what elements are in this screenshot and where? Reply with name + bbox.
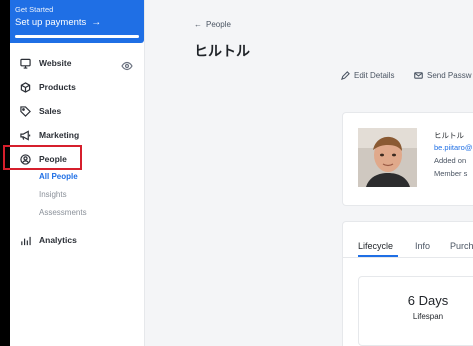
sidebar-subitem-assessments[interactable]: Assessments bbox=[39, 208, 87, 217]
people-highlight-box bbox=[3, 145, 82, 170]
back-label: People bbox=[206, 20, 231, 29]
sidebar-subitem-all-people[interactable]: All People bbox=[39, 172, 78, 181]
profile-name: ヒルトル bbox=[434, 131, 464, 140]
send-password-label: Send Passw bbox=[427, 71, 472, 80]
setup-progress-fill bbox=[15, 35, 139, 38]
eye-icon[interactable] bbox=[121, 58, 133, 71]
pencil-icon bbox=[341, 71, 350, 80]
set-up-payments-label: Set up payments bbox=[15, 17, 87, 28]
sidebar-item-label: Website bbox=[39, 58, 72, 68]
sidebar: Get Started Set up payments → Website Pr… bbox=[10, 0, 145, 346]
sidebar-item-label: Products bbox=[39, 82, 76, 92]
active-tab-indicator bbox=[358, 255, 398, 257]
get-started-banner[interactable]: Get Started Set up payments → bbox=[10, 0, 144, 43]
profile-email[interactable]: be.piitaro@ bbox=[434, 143, 472, 152]
sidebar-item-label: Marketing bbox=[39, 130, 80, 140]
tab-lifecycle[interactable]: Lifecycle bbox=[358, 241, 393, 251]
sidebar-subitem-insights[interactable]: Insights bbox=[39, 190, 67, 199]
arrow-left-icon: ← bbox=[194, 20, 202, 29]
tab-info[interactable]: Info bbox=[415, 241, 430, 251]
lifespan-value: 6 Days bbox=[407, 293, 449, 308]
page-title: ヒルトル bbox=[194, 43, 250, 59]
sidebar-item-analytics[interactable]: Analytics bbox=[20, 233, 77, 247]
tag-icon bbox=[20, 105, 31, 117]
back-link[interactable]: ← People bbox=[194, 20, 231, 29]
setup-progress-bar bbox=[15, 35, 139, 38]
tab-divider bbox=[342, 257, 473, 258]
box-icon bbox=[20, 81, 31, 93]
megaphone-icon bbox=[20, 129, 31, 141]
profile-added-on: Added on bbox=[434, 156, 467, 165]
arrow-right-icon: → bbox=[91, 17, 102, 28]
left-edge-bar bbox=[0, 0, 10, 346]
monitor-icon bbox=[20, 58, 31, 69]
get-started-label: Get Started bbox=[15, 5, 54, 14]
lifespan-label: Lifespan bbox=[412, 312, 444, 321]
set-up-payments-link[interactable]: Set up payments → bbox=[15, 17, 139, 28]
envelope-icon bbox=[414, 72, 423, 79]
sidebar-item-sales[interactable]: Sales bbox=[20, 104, 61, 118]
avatar bbox=[358, 128, 417, 187]
tab-purchases[interactable]: Purch bbox=[450, 241, 473, 251]
sidebar-item-products[interactable]: Products bbox=[20, 80, 76, 94]
send-password-button[interactable]: Send Passw bbox=[414, 71, 471, 80]
bar-chart-icon bbox=[21, 236, 31, 245]
lifespan-stat-box bbox=[358, 276, 473, 346]
edit-details-button[interactable]: Edit Details bbox=[341, 71, 394, 80]
sidebar-item-marketing[interactable]: Marketing bbox=[20, 128, 79, 142]
sidebar-item-label: Sales bbox=[39, 106, 62, 116]
avatar-photo bbox=[358, 128, 417, 187]
sidebar-item-label: Analytics bbox=[39, 235, 77, 245]
sidebar-item-website[interactable]: Website bbox=[20, 56, 71, 70]
edit-details-label: Edit Details bbox=[354, 71, 395, 80]
profile-member-since: Member s bbox=[434, 169, 468, 178]
